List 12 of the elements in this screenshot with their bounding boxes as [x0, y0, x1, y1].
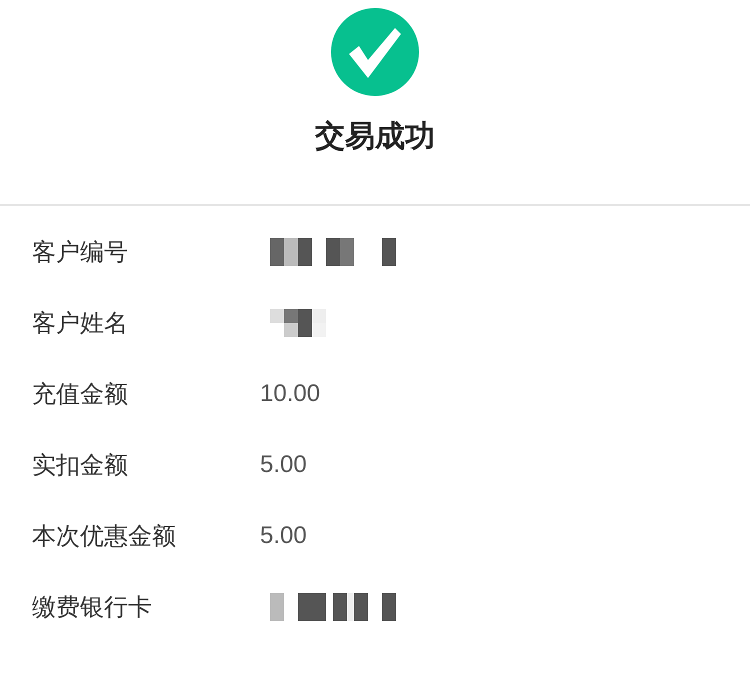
field-value: 5.00	[260, 522, 307, 550]
field-label: 实扣金额	[32, 450, 129, 480]
field-label: 充值金额	[32, 378, 129, 410]
field-label: 本次优惠金额	[32, 520, 177, 552]
mosaic-drawing	[270, 308, 326, 336]
field-label: 客户编号	[32, 236, 129, 268]
field-label: 客户姓名	[32, 308, 129, 338]
field-label: 缴费银行卡	[32, 592, 153, 622]
field-value: 5.00	[260, 450, 307, 478]
success-check-icon	[331, 8, 419, 96]
status-title: 交易成功	[315, 118, 435, 156]
field-value: 10.00	[260, 380, 320, 408]
